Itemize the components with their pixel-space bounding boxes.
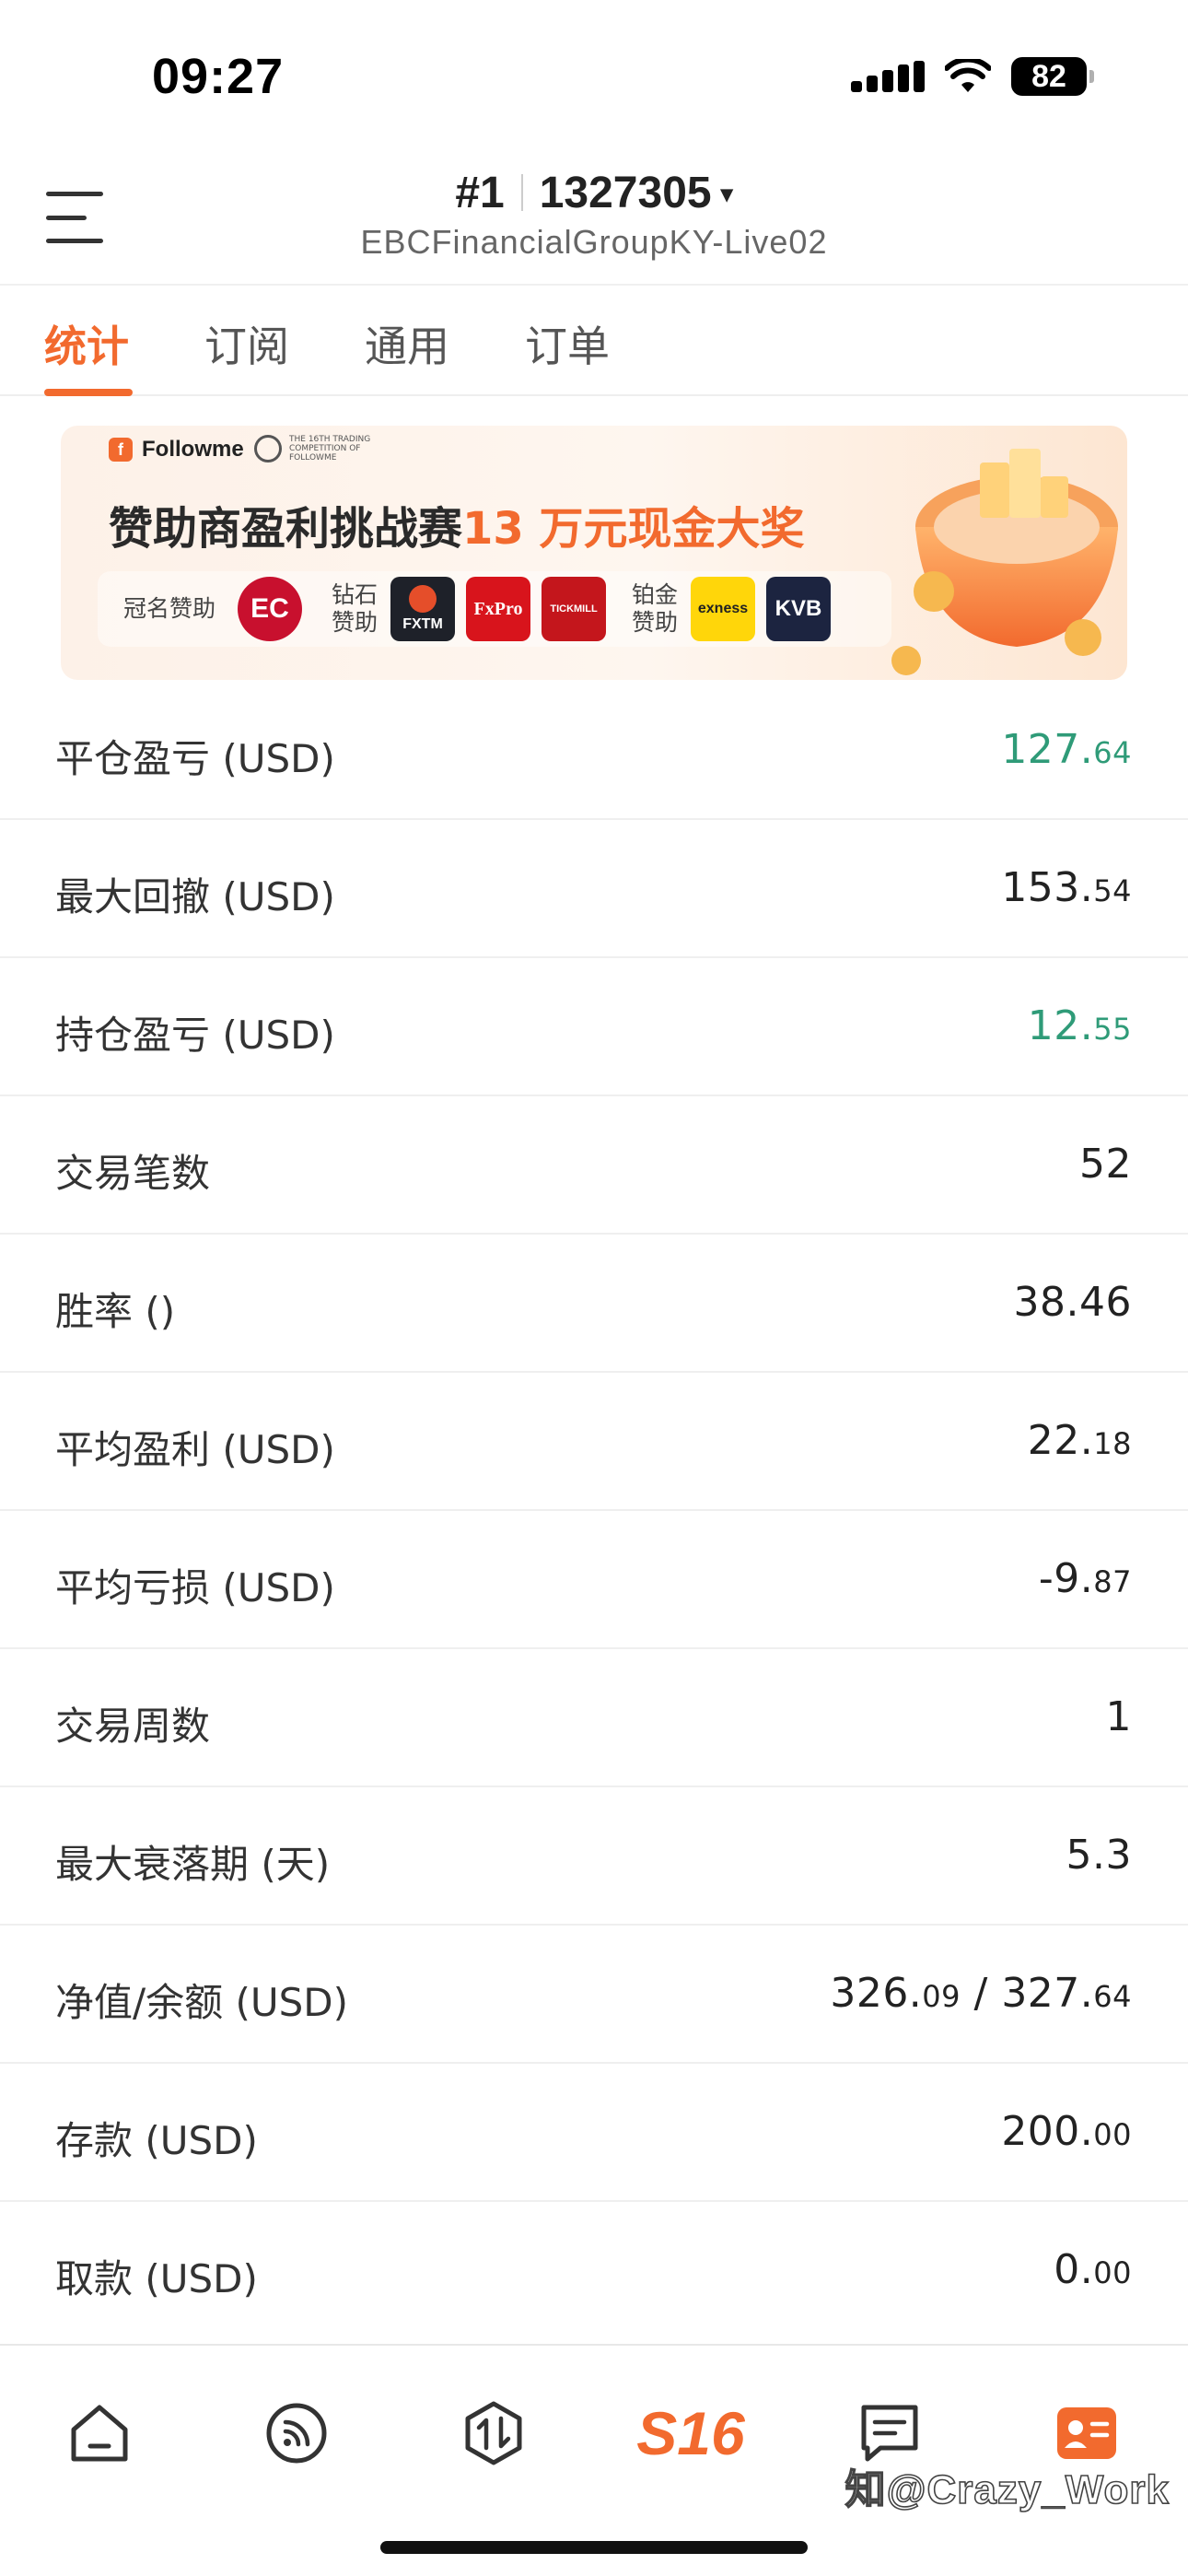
caret-down-icon: ▾ (720, 180, 733, 207)
stat-label: 存款 (USD) (55, 2118, 258, 2163)
stat-value: 127.64 (1001, 726, 1132, 773)
kvb-logo: KVB (766, 577, 832, 641)
fxtm-logo: FXTM (390, 577, 456, 641)
stat-label: 交易笔数 (55, 1151, 211, 1196)
s16-label: S16 (636, 2399, 745, 2467)
followme-logo-icon: f (109, 438, 133, 462)
stat-row-deposit: 存款 (USD) 200.00 (0, 2064, 1188, 2202)
home-indicator[interactable] (380, 2541, 808, 2554)
stat-row-max-drawdown-period: 最大衰落期 (天) 5.3 (0, 1787, 1188, 1926)
banner-title: 赞助商盈利挑战赛13 万元现金大奖 (109, 503, 805, 555)
tab-bar: 统计 订阅 通用 订单 (0, 287, 1188, 396)
stat-label: 持仓盈亏 (USD) (55, 1013, 335, 1058)
stat-row-open-pnl: 持仓盈亏 (USD) 12.55 (0, 958, 1188, 1096)
stat-label: 平均亏损 (USD) (55, 1565, 335, 1610)
stat-row-max-drawdown: 最大回撤 (USD) 153.54 (0, 820, 1188, 958)
battery-icon: 82 (1011, 57, 1094, 96)
s16-icon[interactable]: S16 (635, 2396, 746, 2470)
fxpro-logo: FxPro (466, 577, 531, 641)
stat-row-trade-count: 交易笔数 52 (0, 1096, 1188, 1235)
tab-orders[interactable]: 订单 (525, 313, 610, 374)
stat-label: 最大衰落期 (天) (55, 1842, 331, 1887)
stat-value: -9.87 (1038, 1555, 1132, 1602)
account-selector[interactable]: #1 1327305 ▾ (0, 168, 1188, 218)
diamond-sponsor-label: 钻石赞助 (332, 581, 379, 636)
stat-row-avg-loss: 平均亏损 (USD) -9.87 (0, 1511, 1188, 1649)
stat-value: 12.55 (1027, 1002, 1132, 1049)
promo-banner[interactable]: f Followme THE 16TH TRADING COMPETITION … (61, 426, 1127, 680)
bottom-navigation: S16 知@Crazy_Work (0, 2344, 1188, 2576)
cellular-signal-icon (851, 61, 925, 92)
status-time: 09:27 (152, 49, 285, 104)
stat-label: 平仓盈亏 (USD) (55, 736, 335, 781)
stat-value: 153.54 (1001, 864, 1132, 911)
competition-emblem-icon (254, 435, 282, 463)
stat-label: 取款 (USD) (55, 2256, 258, 2301)
stat-label: 净值/余额 (USD) (55, 1980, 349, 2025)
watermark: 知@Crazy_Work (844, 2466, 1170, 2513)
stat-value: 52 (1079, 1141, 1132, 1188)
stat-value: 200.00 (1001, 2108, 1132, 2155)
wifi-icon (945, 59, 991, 92)
battery-level: 82 (1031, 58, 1066, 94)
stat-label: 交易周数 (55, 1704, 211, 1749)
account-prefix: #1 (455, 169, 505, 217)
stat-value: 326.09 / 327.64 (830, 1970, 1132, 2017)
stat-value: 22.18 (1027, 1417, 1132, 1464)
competition-logo: THE 16TH TRADING COMPETITION OF FOLLOWME (254, 435, 390, 463)
stat-label: 胜率 () (55, 1289, 176, 1334)
competition-text: THE 16TH TRADING COMPETITION OF FOLLOWME (289, 435, 371, 463)
stat-row-win-rate: 胜率 () 38.46 (0, 1235, 1188, 1373)
stat-value: 0.00 (1054, 2246, 1132, 2293)
stat-label: 平均盈利 (USD) (55, 1427, 335, 1472)
status-bar: 09:27 82 (0, 0, 1188, 138)
title-sponsor-label: 冠名赞助 (123, 595, 216, 622)
account-number: 1327305 (539, 169, 712, 217)
platinum-sponsor-label: 铂金赞助 (632, 581, 679, 636)
feed-icon[interactable] (260, 2396, 333, 2470)
stat-row-withdrawal: 取款 (USD) 0.00 (0, 2202, 1188, 2340)
brand-name: Followme (142, 437, 244, 462)
header: #1 1327305 ▾ EBCFinancialGroupKY-Live02 (0, 138, 1188, 286)
stat-value: 1 (1105, 1693, 1132, 1740)
stat-row-avg-profit: 平均盈利 (USD) 22.18 (0, 1373, 1188, 1511)
tab-general[interactable]: 通用 (365, 313, 449, 374)
tickmill-logo: TICKMILL (542, 577, 607, 641)
stat-row-closed-pnl: 平仓盈亏 (USD) 127.64 (0, 682, 1188, 820)
ec-logo: EC (238, 577, 303, 641)
server-name: EBCFinancialGroupKY-Live02 (360, 223, 828, 261)
stat-value: 5.3 (1066, 1832, 1132, 1879)
stat-row-trading-weeks: 交易周数 1 (0, 1649, 1188, 1787)
status-icons: 82 (851, 57, 1094, 96)
banner-prize: 13 万元现金大奖 (462, 503, 805, 555)
tab-subscription[interactable]: 订阅 (204, 313, 289, 374)
stat-label: 最大回撤 (USD) (55, 874, 335, 919)
trophy-illustration (891, 449, 1118, 675)
sponsor-strip: 冠名赞助 EC 钻石赞助 FXTM FxPro TICKMILL 铂金赞助 ex… (98, 571, 891, 647)
active-tab-indicator (44, 389, 133, 396)
exness-logo: exness (691, 577, 756, 641)
home-icon[interactable] (63, 2396, 136, 2470)
stat-row-equity-balance: 净值/余额 (USD) 326.09 / 327.64 (0, 1926, 1188, 2064)
trade-icon[interactable] (457, 2396, 530, 2470)
stat-value: 38.46 (1013, 1279, 1132, 1326)
tab-statistics[interactable]: 统计 (44, 313, 129, 374)
followme-logo: f Followme (109, 437, 244, 463)
